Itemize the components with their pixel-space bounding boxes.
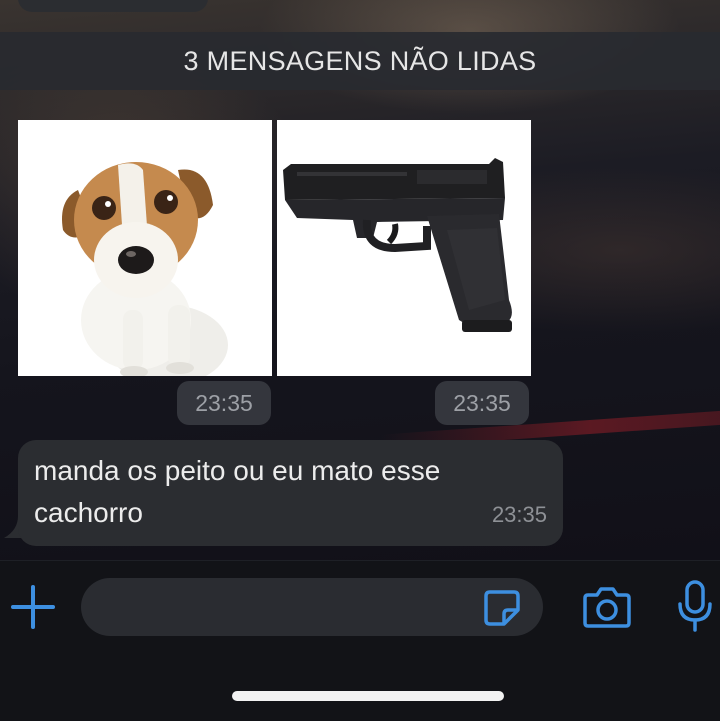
- pistol-photo-timestamp: 23:35: [435, 381, 529, 425]
- pistol-image: [277, 120, 531, 376]
- plus-icon[interactable]: [10, 584, 56, 630]
- unread-messages-label: 3 MENSAGENS NÃO LIDAS: [183, 45, 537, 76]
- dog-photo-timestamp: 23:35: [177, 381, 271, 425]
- unread-messages-banner: 3 MENSAGENS NÃO LIDAS: [0, 32, 720, 90]
- dog-photo-message[interactable]: [18, 120, 272, 376]
- pistol-photo-message[interactable]: [277, 120, 531, 376]
- dog-image: [18, 120, 272, 376]
- text-message-bubble[interactable]: manda os peito ou eu mato esse cachorro …: [18, 440, 563, 546]
- message-text: manda os peito ou eu mato esse cachorro: [34, 455, 441, 528]
- message-timestamp: 23:35: [491, 502, 547, 527]
- home-indicator[interactable]: [232, 691, 504, 701]
- previous-message-bubble: [18, 0, 208, 12]
- message-text-field[interactable]: [81, 578, 543, 636]
- camera-icon[interactable]: [582, 585, 632, 629]
- sticker-icon[interactable]: [482, 588, 522, 628]
- microphone-icon[interactable]: [676, 580, 714, 632]
